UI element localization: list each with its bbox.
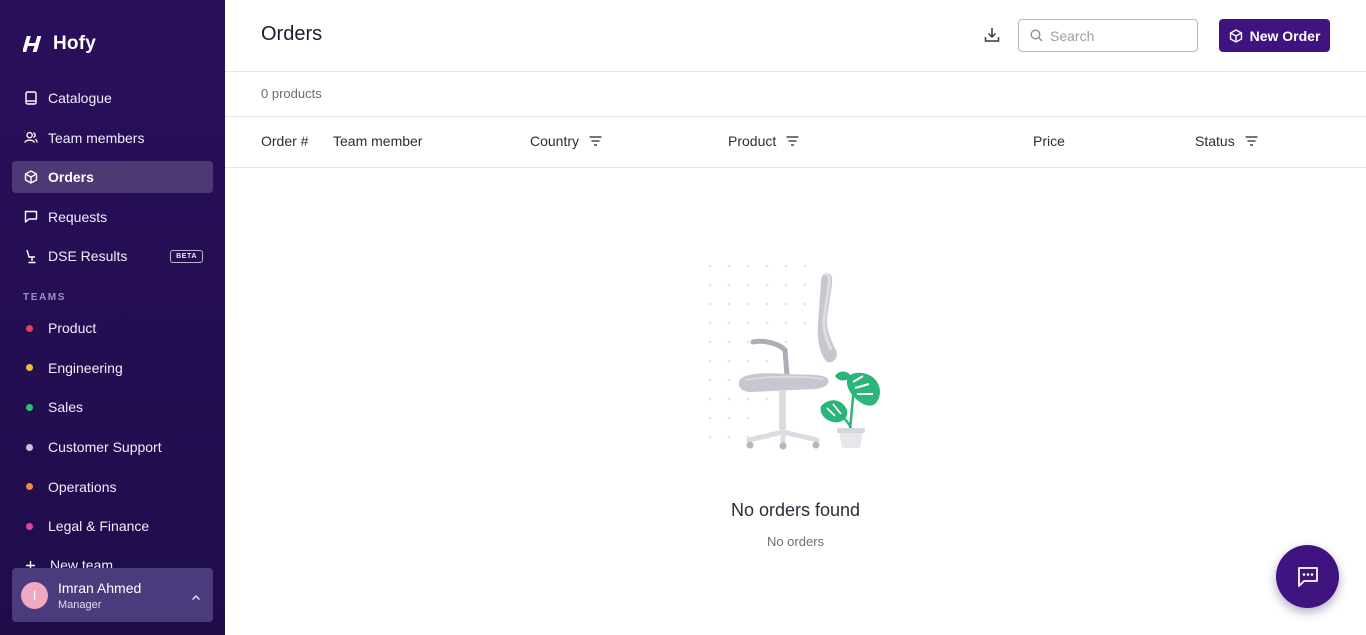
main-content: Orders New Order 0 products Order # Team…	[225, 0, 1366, 635]
empty-chair-plant-illustration	[708, 264, 880, 450]
user-role: Manager	[58, 598, 102, 611]
team-color-dot	[26, 522, 33, 530]
brand[interactable]: Hofy	[23, 33, 96, 55]
chat-support-button[interactable]	[1276, 545, 1339, 608]
filter-icon[interactable]	[1245, 136, 1258, 146]
nav-label: Catalogue	[48, 90, 112, 106]
column-label: Status	[1195, 133, 1235, 149]
team-item-product[interactable]: Product	[12, 312, 213, 344]
brand-name: Hofy	[53, 33, 97, 54]
nav-item-requests[interactable]: Requests	[12, 201, 213, 233]
team-color-dot	[26, 364, 33, 372]
column-label: Price	[1033, 133, 1065, 149]
search-icon	[1030, 29, 1043, 42]
team-item-sales[interactable]: Sales	[12, 391, 213, 423]
book-icon	[24, 91, 38, 105]
sidebar: Hofy Catalogue Team members Orders Reque…	[0, 0, 225, 635]
new-order-button[interactable]: New Order	[1219, 19, 1330, 52]
page-title: Orders	[261, 23, 323, 45]
download-icon	[984, 28, 1000, 42]
summary-divider	[225, 116, 1366, 117]
team-label: Sales	[48, 399, 84, 416]
hofy-logo-icon	[23, 36, 42, 52]
chevron-up-icon	[191, 588, 201, 606]
nav-label: DSE Results	[48, 248, 128, 264]
nav-label: Requests	[48, 208, 108, 225]
user-menu[interactable]: I Imran Ahmed Manager	[12, 568, 213, 622]
column-label: Order #	[261, 133, 309, 149]
column-header-status[interactable]: Status	[1195, 133, 1258, 149]
message-icon	[24, 210, 38, 224]
column-label: Product	[728, 133, 777, 149]
team-color-dot	[26, 324, 33, 332]
team-label: Product	[48, 320, 97, 336]
team-item-engineering[interactable]: Engineering	[12, 352, 213, 384]
box-icon	[1229, 28, 1242, 43]
column-header-order-number[interactable]: Order #	[261, 133, 308, 149]
team-color-dot	[26, 403, 33, 411]
filter-icon[interactable]	[786, 136, 799, 146]
avatar: I	[21, 581, 48, 609]
column-header-country[interactable]: Country	[530, 133, 602, 149]
teams-list: Product Engineering Sales Customer Suppo…	[12, 312, 213, 550]
user-name: Imran Ahmed	[58, 579, 142, 596]
header-divider	[225, 71, 1366, 72]
user-info: Imran Ahmed Manager	[58, 580, 141, 611]
teams-section-label: TEAMS	[23, 292, 66, 303]
search-box[interactable]	[1018, 19, 1198, 52]
team-label: Customer Support	[48, 439, 162, 456]
chat-icon	[1297, 566, 1318, 587]
search-input[interactable]	[1050, 27, 1190, 44]
beta-badge: BETA	[170, 249, 203, 263]
nav-label: Orders	[48, 169, 94, 185]
team-item-operations[interactable]: Operations	[12, 471, 213, 503]
nav-item-orders[interactable]: Orders	[12, 161, 213, 193]
download-button[interactable]	[983, 26, 1001, 44]
column-header-price[interactable]: Price	[1033, 133, 1065, 149]
chair-icon	[24, 249, 38, 263]
new-order-label: New Order	[1249, 27, 1321, 44]
nav-label: Team members	[48, 129, 145, 146]
nav-item-catalogue[interactable]: Catalogue	[12, 82, 213, 114]
team-label: Operations	[48, 478, 117, 495]
product-count: 0 products	[261, 86, 322, 101]
column-header-product[interactable]: Product	[728, 133, 799, 149]
users-icon	[24, 131, 38, 145]
team-item-customer-support[interactable]: Customer Support	[12, 431, 213, 463]
box-icon	[24, 170, 38, 184]
team-label: Legal & Finance	[48, 518, 150, 535]
nav-item-dse-results[interactable]: DSE Results BETA	[12, 240, 213, 272]
main-nav: Catalogue Team members Orders Requests D…	[12, 82, 213, 280]
empty-state-subtitle: No orders	[766, 534, 825, 549]
team-color-dot	[26, 443, 33, 451]
filter-icon[interactable]	[589, 136, 602, 146]
nav-item-team-members[interactable]: Team members	[12, 122, 213, 154]
empty-state-title: No orders found	[730, 500, 861, 520]
team-label: Engineering	[48, 359, 123, 376]
team-item-legal-finance[interactable]: Legal & Finance	[12, 510, 213, 542]
column-label: Country	[530, 133, 580, 149]
table-header-divider	[225, 167, 1366, 168]
team-color-dot	[26, 483, 33, 491]
column-label: Team member	[333, 133, 423, 149]
column-header-team-member[interactable]: Team member	[333, 133, 422, 149]
